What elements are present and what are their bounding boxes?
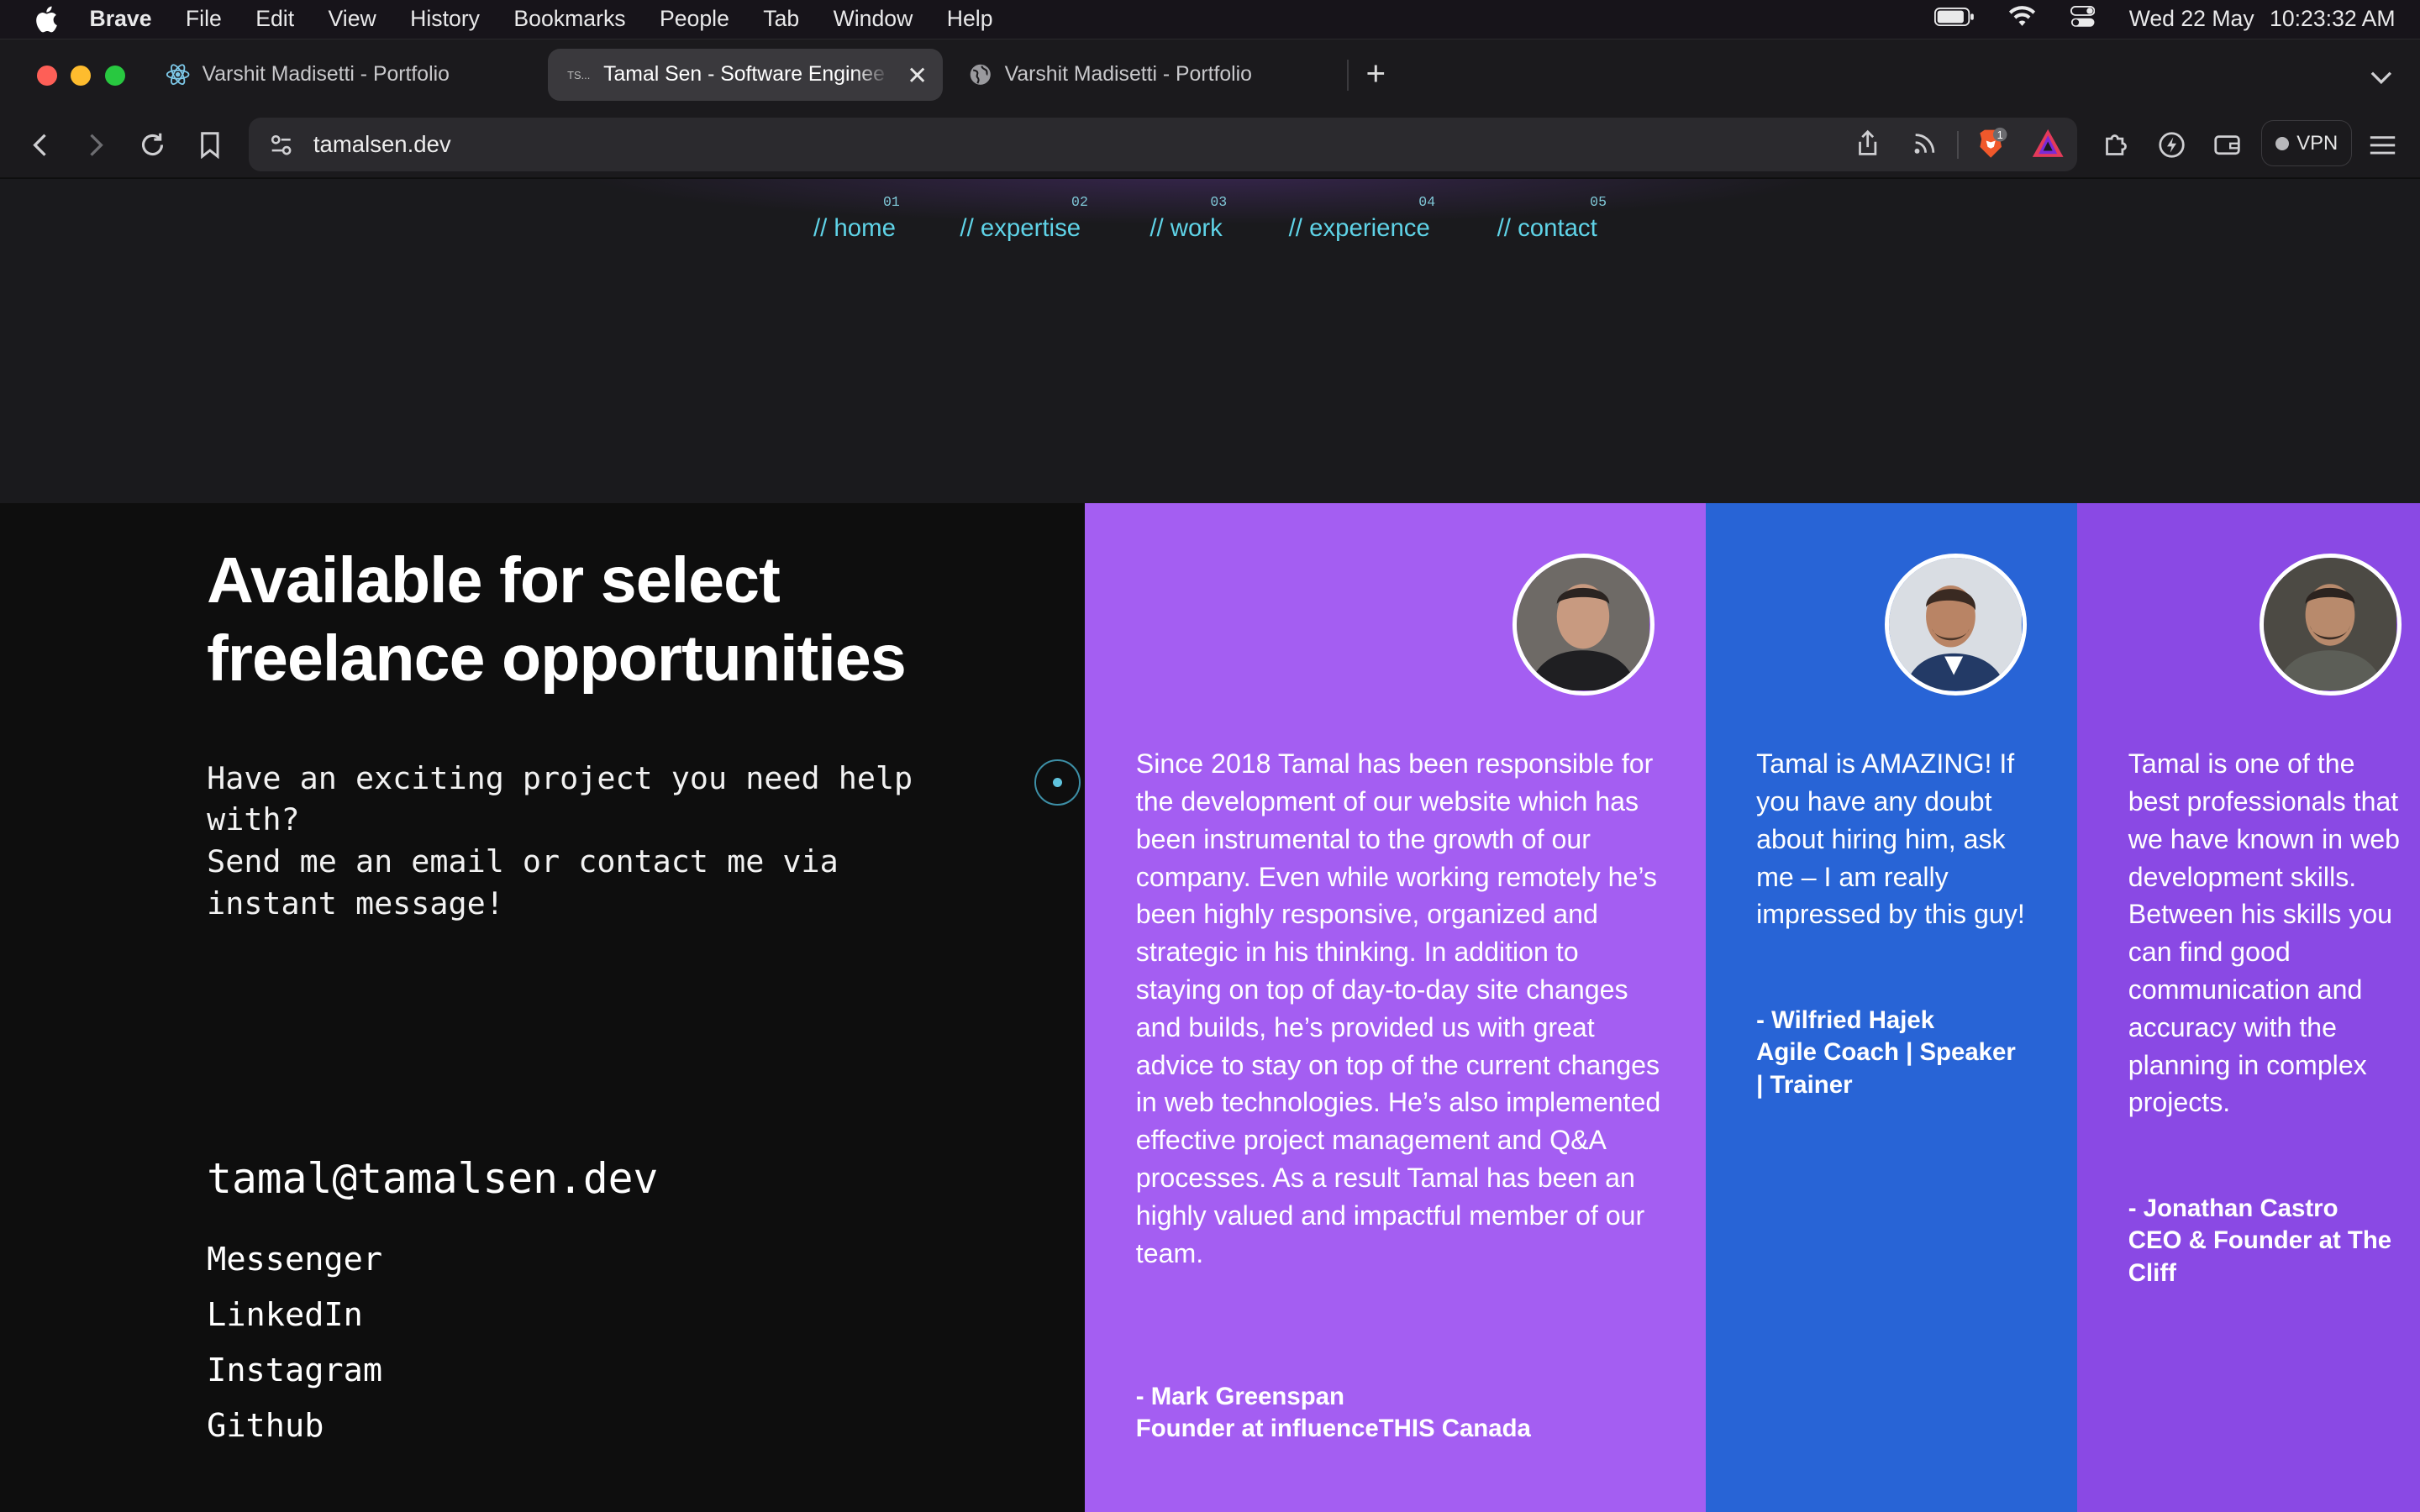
testimonial-quote: Tamal is AMAZING! If you have any doubt …	[1756, 748, 2025, 930]
vpn-label: VPN	[2296, 131, 2338, 155]
nav-number: 04	[1418, 194, 1436, 211]
pitch-line: Have an exciting project you need help w…	[207, 759, 932, 838]
battery-icon[interactable]	[1934, 6, 1975, 32]
social-links: Messenger LinkedIn Instagram Github	[207, 1241, 382, 1462]
testimonial-card: Tamal is AMAZING! If you have any doubt …	[1705, 502, 2078, 1512]
vpn-status-dot-icon	[2275, 136, 2290, 151]
testimonial-card: Tamal is one of the best professionals t…	[2077, 502, 2420, 1512]
menu-edit[interactable]: Edit	[255, 6, 294, 32]
contact-section: Available for select freelance opportuni…	[0, 502, 1086, 1512]
nav-label: // home	[813, 214, 896, 243]
menu-history[interactable]: History	[410, 6, 480, 32]
menu-tab[interactable]: Tab	[763, 6, 799, 32]
messenger-link[interactable]: Messenger	[207, 1241, 382, 1296]
email-link[interactable]: tamal@tamalsen.dev	[207, 1154, 658, 1203]
window-controls	[37, 66, 125, 86]
share-icon[interactable]	[1850, 127, 1884, 160]
new-tab-plus-icon[interactable]: +	[1365, 56, 1386, 90]
hamburger-menu-icon[interactable]	[2366, 128, 2400, 161]
testimonial-author: - Wilfried Hajek Agile Coach | Speaker |…	[1756, 1005, 2026, 1102]
wallet-icon[interactable]	[2210, 128, 2244, 161]
avatar	[2259, 554, 2402, 696]
tab-title: Varshit Madisetti - Portfolio	[202, 63, 450, 87]
author-name: - Wilfried Hajek	[1756, 1005, 1935, 1034]
back-arrow-icon[interactable]	[24, 128, 57, 161]
tab-title: Tamal Sen - Software Enginee	[603, 63, 885, 87]
nav-number: 02	[1071, 194, 1088, 211]
macos-menu-bar: Brave File Edit View History Bookmarks P…	[0, 0, 2420, 39]
toolbar-divider	[1956, 131, 1959, 160]
nav-label: // work	[1150, 214, 1223, 243]
brave-shields-icon[interactable]: 1	[1974, 127, 2007, 160]
menu-file[interactable]: File	[186, 6, 222, 32]
browser-toolbar: tamalsen.dev 1 VPN	[0, 111, 2420, 179]
bookmark-icon[interactable]	[193, 128, 227, 161]
github-link[interactable]: Github	[207, 1407, 382, 1462]
testimonial-author: - Mark Greenspan Founder at influenceTHI…	[1136, 1381, 1531, 1446]
custom-cursor-icon	[1034, 759, 1081, 806]
browser-tab-strip: Varshit Madisetti - Portfolio TS... Tama…	[0, 38, 2420, 113]
url-text[interactable]: tamalsen.dev	[313, 131, 451, 158]
browser-tab-active[interactable]: TS... Tamal Sen - Software Enginee ✕	[548, 48, 944, 102]
vpn-button[interactable]: VPN	[2260, 120, 2353, 167]
author-title: Agile Coach | Speaker | Trainer	[1756, 1038, 2016, 1099]
leo-ai-icon[interactable]	[2154, 128, 2188, 161]
testimonial-author: - Jonathan Castro CEO & Founder at The C…	[2128, 1193, 2407, 1290]
wifi-icon[interactable]	[2008, 5, 2036, 34]
rss-icon[interactable]	[1907, 127, 1941, 160]
globe-icon	[968, 62, 992, 87]
tab-divider	[1347, 59, 1349, 91]
menu-window[interactable]: Window	[834, 6, 913, 32]
menu-help[interactable]: Help	[947, 6, 993, 32]
minimize-window-button[interactable]	[71, 66, 92, 86]
menubar-date: Wed 22 May	[2128, 6, 2254, 32]
apple-logo-icon[interactable]	[31, 5, 62, 33]
tab-title: Varshit Madisetti - Portfolio	[1004, 63, 1252, 87]
browser-tab[interactable]: Varshit Madisetti - Portfolio	[146, 49, 541, 101]
contact-pitch: Have an exciting project you need help w…	[207, 758, 917, 924]
close-window-button[interactable]	[37, 66, 57, 86]
menu-view[interactable]: View	[329, 6, 376, 32]
contact-heading: Available for select freelance opportuni…	[207, 543, 907, 696]
tab-list-chevron-down-icon[interactable]	[2370, 62, 2392, 91]
nav-number: 05	[1590, 194, 1607, 211]
brave-rewards-icon[interactable]	[2031, 127, 2065, 160]
web-page: 01 // home 02 // expertise 03 // work 04…	[0, 179, 2420, 1512]
linkedin-link[interactable]: LinkedIn	[207, 1296, 382, 1352]
reload-icon[interactable]	[136, 128, 170, 161]
author-title: Founder at influenceTHIS Canada	[1135, 1415, 1531, 1443]
testimonial-card: Since 2018 Tamal has been responsible fo…	[1085, 502, 1706, 1512]
nav-label: // expertise	[960, 214, 1081, 243]
svg-text:1: 1	[1997, 128, 2003, 140]
zoom-window-button[interactable]	[104, 66, 125, 86]
nav-number: 01	[882, 194, 900, 211]
menubar-clock[interactable]: Wed 22 May 10:23:32 AM	[2129, 6, 2396, 32]
control-center-icon[interactable]	[2070, 5, 2096, 34]
testimonial-quote: Since 2018 Tamal has been responsible fo…	[1135, 748, 1661, 1268]
nav-number: 03	[1210, 194, 1228, 211]
menu-app-name[interactable]: Brave	[89, 6, 151, 32]
avatar	[1512, 554, 1655, 696]
author-name: - Mark Greenspan	[1135, 1382, 1344, 1410]
site-settings-icon[interactable]	[264, 128, 297, 161]
instagram-link[interactable]: Instagram	[207, 1352, 382, 1407]
forward-arrow-icon[interactable]	[79, 128, 113, 161]
address-bar[interactable]: tamalsen.dev 1	[248, 117, 2078, 171]
extensions-icon[interactable]	[2099, 128, 2133, 161]
nav-label: // contact	[1497, 214, 1597, 243]
browser-tab[interactable]: Varshit Madisetti - Portfolio	[950, 49, 1344, 101]
menu-bookmarks[interactable]: Bookmarks	[513, 6, 625, 32]
avatar	[1884, 554, 2027, 696]
menu-people[interactable]: People	[660, 6, 729, 32]
react-icon	[166, 62, 190, 87]
site-nav: 01 // home 02 // expertise 03 // work 04…	[0, 194, 2420, 255]
testimonial-quote: Tamal is one of the best professionals t…	[2128, 748, 2401, 1118]
close-tab-icon[interactable]: ✕	[907, 61, 928, 91]
ts-favicon-icon: TS...	[567, 68, 591, 81]
menubar-time: 10:23:32 AM	[2270, 6, 2396, 32]
pitch-line: Send me an email or contact me via insta…	[207, 843, 857, 921]
nav-label: // experience	[1288, 214, 1430, 243]
author-title: CEO & Founder at The Cliff	[2128, 1226, 2392, 1287]
author-name: - Jonathan Castro	[2128, 1194, 2338, 1222]
